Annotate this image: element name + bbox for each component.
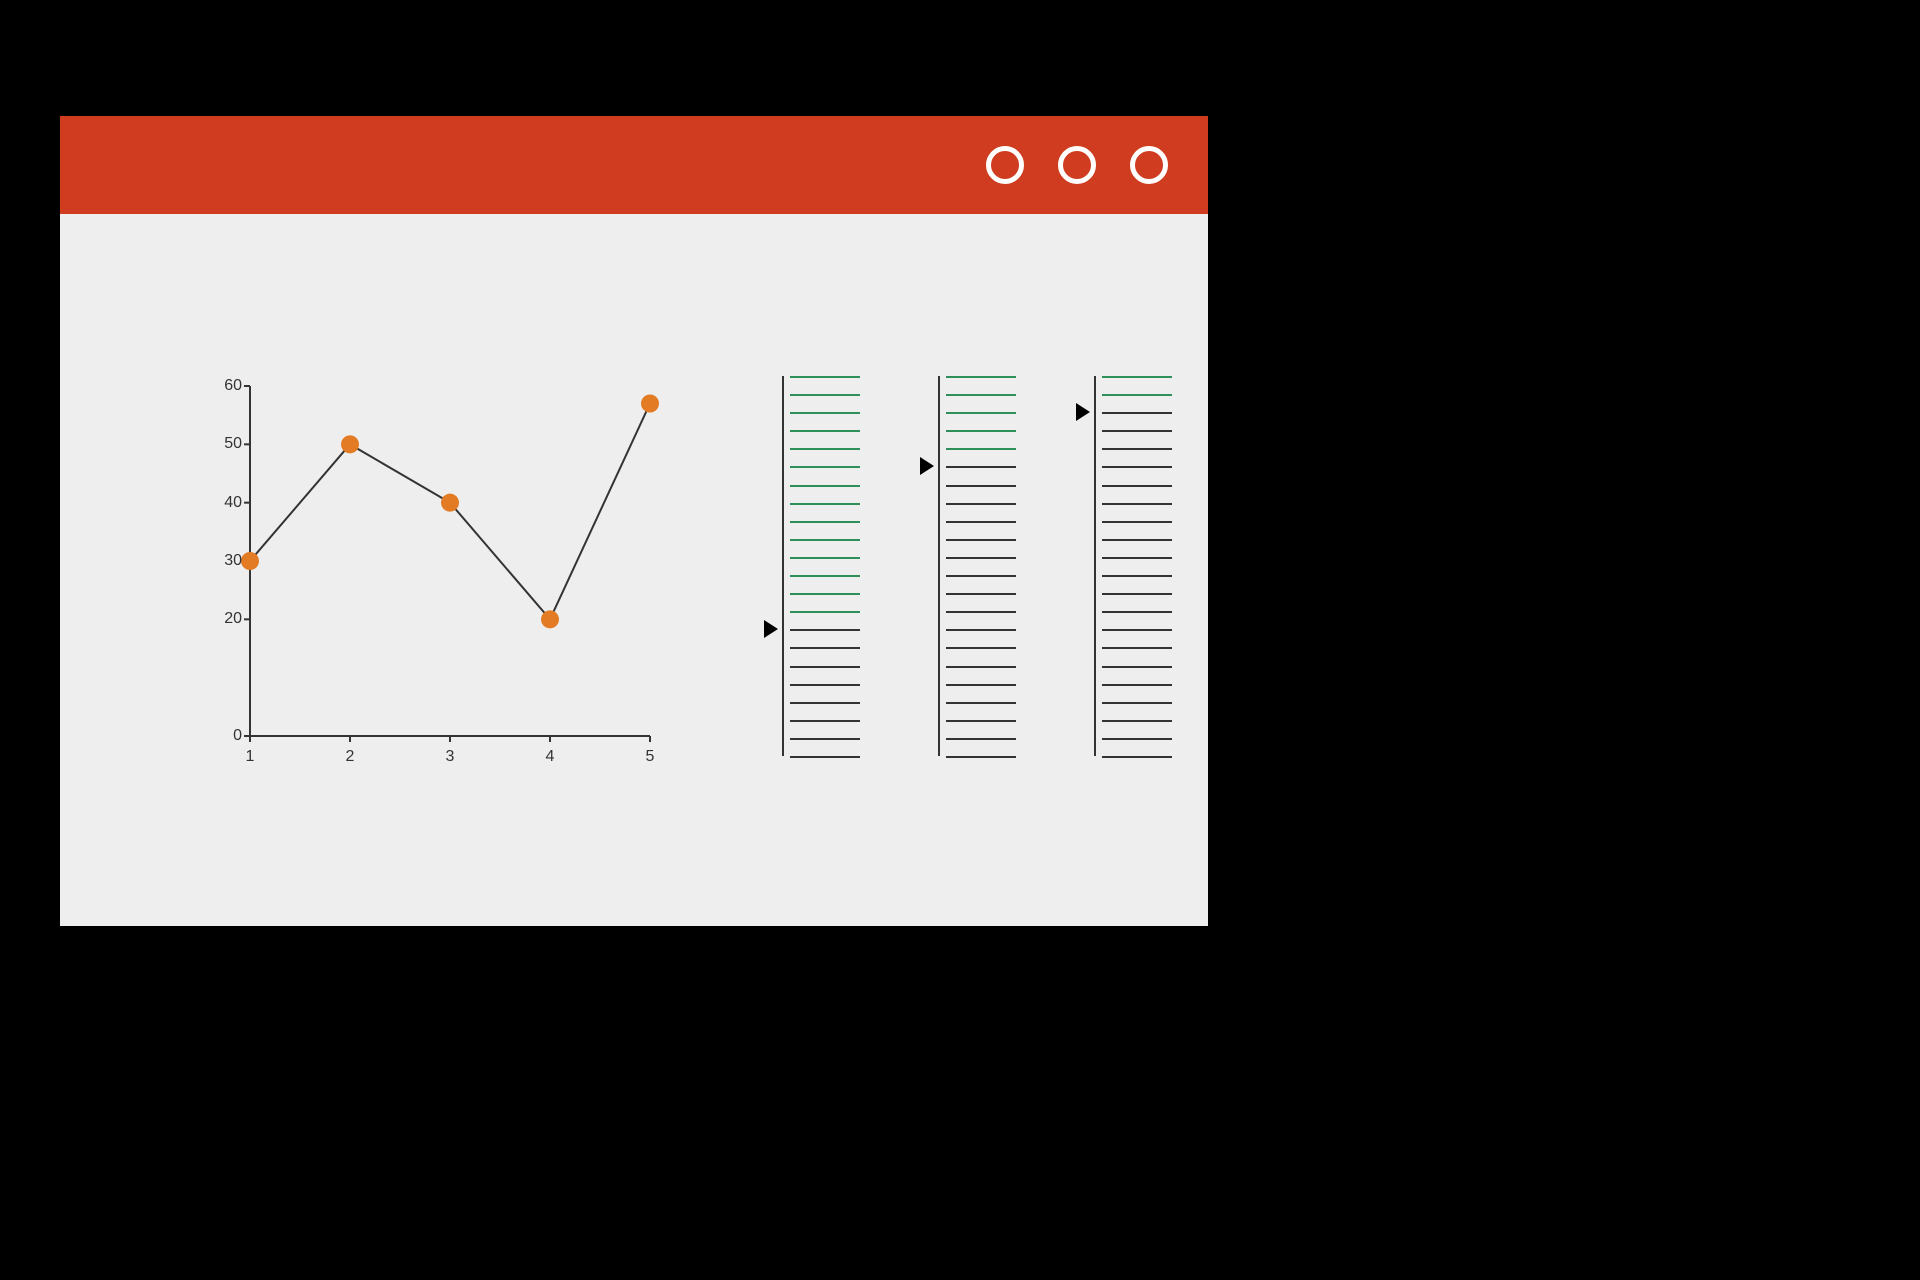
slider-tick: [1102, 738, 1172, 740]
slider-thumb-icon[interactable]: [764, 620, 778, 638]
slider-tick: [790, 756, 860, 758]
slider-tick: [790, 575, 860, 577]
slider-tick: [946, 557, 1016, 559]
slider-tick: [946, 684, 1016, 686]
slider-tick: [1102, 430, 1172, 432]
slider-tick: [946, 466, 1016, 468]
slider-tick: [1102, 720, 1172, 722]
slider-tick: [946, 430, 1016, 432]
slider-tick: [790, 466, 860, 468]
y-tick-label: 40: [224, 494, 242, 512]
x-tick-label: 2: [346, 748, 355, 766]
slider-tick: [1102, 539, 1172, 541]
slider-tick: [946, 611, 1016, 613]
slider-tick: [790, 539, 860, 541]
slider-tick: [790, 430, 860, 432]
slider-tick: [1102, 611, 1172, 613]
slider-thumb-icon[interactable]: [920, 457, 934, 475]
slider-track: [782, 376, 784, 756]
slider-2[interactable]: [916, 376, 1024, 756]
slider-tick: [790, 521, 860, 523]
y-tick-label: 0: [233, 727, 242, 745]
slider-tick: [1102, 394, 1172, 396]
slider-track: [938, 376, 940, 756]
slider-tick: [946, 756, 1016, 758]
window-control-1[interactable]: [986, 146, 1024, 184]
slider-tick: [946, 720, 1016, 722]
slider-tick: [790, 611, 860, 613]
slider-panel: [760, 376, 1180, 776]
slider-tick: [946, 412, 1016, 414]
slider-track: [1094, 376, 1096, 756]
slider-tick: [1102, 684, 1172, 686]
slider-tick: [790, 557, 860, 559]
slider-tick: [1102, 448, 1172, 450]
slider-tick: [946, 539, 1016, 541]
titlebar: [60, 116, 1208, 214]
slider-tick: [790, 448, 860, 450]
y-tick-label: 50: [224, 435, 242, 453]
slider-tick: [946, 666, 1016, 668]
stage: 0 20 30 40 50 60 1 2 3 4 5: [0, 0, 1920, 1280]
slider-tick: [1102, 666, 1172, 668]
window-control-3[interactable]: [1130, 146, 1168, 184]
slider-thumb-icon[interactable]: [1076, 403, 1090, 421]
slider-tick: [946, 702, 1016, 704]
slider-tick: [790, 593, 860, 595]
y-tick-label: 20: [224, 610, 242, 628]
slider-tick: [946, 503, 1016, 505]
slider-tick: [946, 394, 1016, 396]
slider-tick: [1102, 575, 1172, 577]
slider-tick: [790, 647, 860, 649]
slider-3[interactable]: [1072, 376, 1180, 756]
slider-tick: [1102, 702, 1172, 704]
slider-tick: [1102, 376, 1172, 378]
slider-tick: [946, 593, 1016, 595]
app-window: 0 20 30 40 50 60 1 2 3 4 5: [60, 116, 1208, 926]
slider-tick: [1102, 412, 1172, 414]
slider-tick: [790, 394, 860, 396]
slider-tick: [1102, 521, 1172, 523]
slider-tick: [790, 503, 860, 505]
slider-tick: [946, 575, 1016, 577]
line-chart: 0 20 30 40 50 60 1 2 3 4 5: [190, 376, 670, 776]
x-tick-label: 5: [646, 748, 655, 766]
slider-tick: [946, 376, 1016, 378]
slider-tick: [946, 521, 1016, 523]
x-tick-label: 4: [546, 748, 555, 766]
slider-tick: [790, 738, 860, 740]
slider-tick: [1102, 629, 1172, 631]
slider-tick: [946, 647, 1016, 649]
slider-tick: [946, 738, 1016, 740]
window-control-2[interactable]: [1058, 146, 1096, 184]
slider-tick: [790, 485, 860, 487]
slider-tick: [1102, 503, 1172, 505]
slider-tick: [790, 702, 860, 704]
chart-canvas: [190, 376, 670, 776]
slider-tick: [790, 376, 860, 378]
slider-tick: [790, 720, 860, 722]
slider-tick: [790, 666, 860, 668]
x-tick-label: 1: [246, 748, 255, 766]
slider-tick: [790, 412, 860, 414]
y-tick-label: 60: [224, 377, 242, 395]
window-controls: [986, 116, 1168, 214]
slider-tick: [1102, 593, 1172, 595]
slider-tick: [946, 485, 1016, 487]
slider-tick: [1102, 756, 1172, 758]
y-tick-label: 30: [224, 552, 242, 570]
slider-tick: [1102, 466, 1172, 468]
slider-tick: [946, 448, 1016, 450]
x-tick-label: 3: [446, 748, 455, 766]
slider-1[interactable]: [760, 376, 868, 756]
slider-tick: [1102, 485, 1172, 487]
slider-tick: [1102, 647, 1172, 649]
slider-tick: [1102, 557, 1172, 559]
slider-tick: [790, 684, 860, 686]
slider-tick: [790, 629, 860, 631]
slider-tick: [946, 629, 1016, 631]
